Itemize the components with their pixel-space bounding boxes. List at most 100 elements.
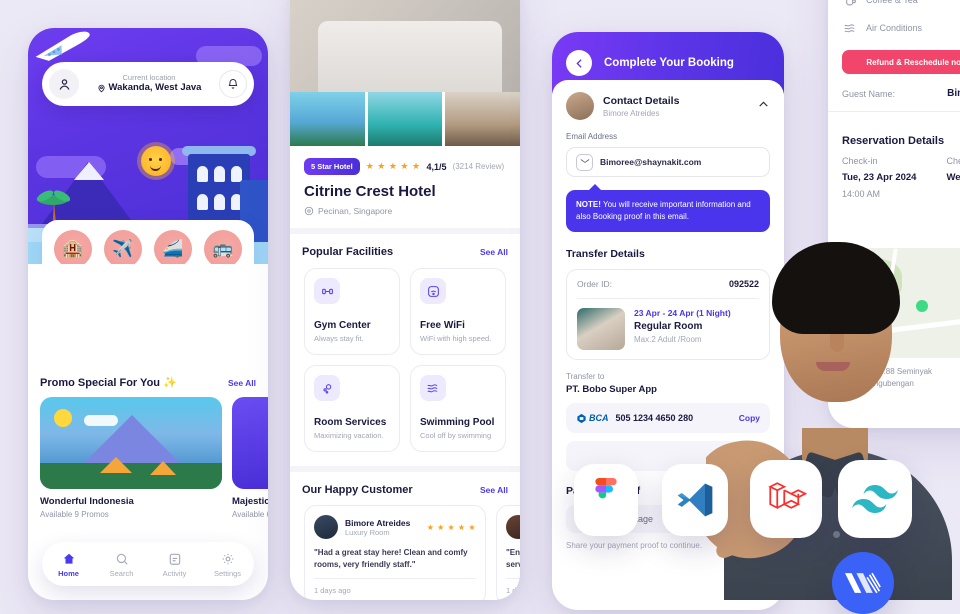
hotel-icon: 🏨 <box>54 230 92 264</box>
note-prefix: NOTE! <box>576 200 601 209</box>
gear-icon <box>201 550 254 567</box>
tailwind-logo-tile[interactable] <box>838 460 912 538</box>
customers-see-all-link[interactable]: See All <box>480 485 508 495</box>
avatar <box>314 515 338 539</box>
facilities-header: Popular Facilities See All <box>290 246 520 258</box>
note-text: You will receive important information a… <box>576 200 751 221</box>
checkin-label: Check-in <box>842 156 878 166</box>
facilities-title: Popular Facilities <box>302 246 394 258</box>
hotel-info: 5 Star Hotel ★ ★ ★ ★ ★ 4,1/5 (3214 Revie… <box>290 146 520 216</box>
hotel-thumb-beach[interactable] <box>367 92 443 146</box>
current-location-bar[interactable]: Current location Wakanda, West Java <box>42 62 254 106</box>
rating-value: 4,1/5 <box>426 161 447 172</box>
reservation-details: Reservation Details Check-in Tue, 23 Apr… <box>828 112 960 199</box>
hotel-thumb-pool[interactable] <box>290 92 365 146</box>
location-pin-icon <box>97 84 105 93</box>
activity-icon <box>148 550 201 567</box>
tab-home[interactable]: Home <box>42 550 95 578</box>
reviewer-row: Bimore Atreides Luxury Room ★ ★ ★ ★ ★ <box>314 515 476 539</box>
promo-see-all-link[interactable]: See All <box>228 378 256 388</box>
contact-details-row[interactable]: Contact Details Bimore Atreides <box>566 92 770 120</box>
tab-search[interactable]: Search <box>95 550 148 578</box>
list-item[interactable]: Bimore Atreides Luxury Room ★ ★ ★ ★ ★ "H… <box>304 505 486 600</box>
amenity-label: Coffee & Tea <box>866 0 918 5</box>
facility-gym-center[interactable]: Gym Center Always stay fit. <box>304 268 400 355</box>
promo-image <box>40 397 222 489</box>
email-field[interactable]: Bimoree@shaynakit.com <box>566 147 770 177</box>
avatar <box>506 515 520 539</box>
location-pin-icon <box>304 206 314 216</box>
section-divider <box>290 466 520 472</box>
home-hero-illustration: Current location Wakanda, West Java 🏨 ✈️… <box>28 28 268 264</box>
guest-name-row: Guest Name: Bimore Atreides <box>842 88 960 111</box>
vscode-logo <box>677 483 713 517</box>
review-timestamp: 1 days ago <box>314 578 476 595</box>
checkin-block: Check-in Tue, 23 Apr 2024 14:00 AM <box>842 156 916 199</box>
category-row-1: 🏨 Hotel ✈️ Flight 🚄 Train 🚌 Bus <box>48 230 248 264</box>
reviewer-row: Aria Lestari Deluxe Room ★ ★ ★ ★ ★ <box>506 515 520 539</box>
vscode-logo-tile[interactable] <box>662 464 728 536</box>
arrow-left-icon[interactable] <box>566 50 592 76</box>
figma-logo <box>595 478 617 499</box>
phone-screen-hotel-detail: 5 Star Hotel ★ ★ ★ ★ ★ 4,1/5 (3214 Revie… <box>290 0 520 600</box>
laravel-logo-tile[interactable] <box>750 460 822 538</box>
alpine-logo <box>845 572 881 594</box>
location-value-row: Wakanda, West Java <box>79 82 219 94</box>
customers-title: Our Happy Customer <box>302 484 413 496</box>
phone-screen-home: Current location Wakanda, West Java 🏨 ✈️… <box>28 28 268 600</box>
hotel-thumb-bathroom[interactable] <box>445 92 520 146</box>
figma-logo-tile[interactable] <box>574 464 638 536</box>
status-badge: 5 Star Hotel <box>304 158 360 175</box>
train-icon: 🚄 <box>154 230 192 264</box>
portrait-hair <box>772 242 900 334</box>
location-text: Current location Wakanda, West Java <box>79 74 219 94</box>
checkout-label: Check-out <box>946 156 960 166</box>
facility-title: Gym Center <box>314 320 371 331</box>
list-item[interactable]: Aria Lestari Deluxe Room ★ ★ ★ ★ ★ "Enjo… <box>496 505 520 600</box>
checkout-date: Wed, 24 Apr 2024 <box>946 172 960 183</box>
chevron-up-icon[interactable] <box>757 98 770 114</box>
facility-room-services[interactable]: Room Services Maximizing vacation. <box>304 365 400 452</box>
facility-free-wifi[interactable]: Free WiFi WiFi with high speed. <box>410 268 506 355</box>
facilities-grid: Gym Center Always stay fit. Free WiFi Wi… <box>290 258 520 452</box>
alpine-logo-tile[interactable] <box>832 552 894 614</box>
user-avatar-icon[interactable] <box>49 69 79 99</box>
category-flight[interactable]: ✈️ Flight <box>98 230 148 264</box>
category-train[interactable]: 🚄 Train <box>148 230 198 264</box>
promo-card[interactable]: Wonderful Indonesia Available 9 Promos <box>40 397 222 519</box>
facility-swimming-pool[interactable]: Swimming Pool Cool off by swimming <box>410 365 506 452</box>
facility-title: Free WiFi <box>420 320 465 331</box>
category-bus[interactable]: 🚌 Bus <box>198 230 248 264</box>
avatar <box>566 92 594 120</box>
guest-name-label: Guest Name: <box>842 88 896 99</box>
reservation-body: Free Wi-Fi Coffee & Tea Air Conditions R… <box>828 0 960 111</box>
checkin-checkout-grid: Check-in Tue, 23 Apr 2024 14:00 AM Check… <box>842 156 960 199</box>
promo-carousel[interactable]: Wonderful Indonesia Available 9 Promos M… <box>28 389 268 519</box>
reviewer-meta: Bimore Atreides Luxury Room <box>345 518 410 537</box>
review-quote: "Enjoyed every moment, great tour and se… <box>506 548 520 569</box>
wifi-icon <box>420 278 446 304</box>
sun-icon <box>141 146 171 176</box>
bca-mark-icon <box>577 413 586 423</box>
search-icon <box>95 550 148 567</box>
page-title: Citrine Crest Hotel <box>304 183 436 200</box>
bell-icon[interactable] <box>219 70 247 98</box>
hotel-photo-thumbnails <box>290 92 520 146</box>
order-id-label: Order ID: <box>577 279 612 289</box>
promo-title: Wonderful Indonesia <box>40 496 134 507</box>
contact-name: Bimore Atreides <box>603 108 660 118</box>
category-hotel[interactable]: 🏨 Hotel <box>48 230 98 264</box>
page-title: Promo Special For You ✨ <box>40 377 177 389</box>
hotel-main-photo[interactable] <box>290 0 520 92</box>
tailwind-logo <box>852 485 898 513</box>
review-quote: "Had a great stay here! Clean and comfy … <box>314 548 468 569</box>
customer-review-carousel[interactable]: Bimore Atreides Luxury Room ★ ★ ★ ★ ★ "H… <box>290 496 520 600</box>
promo-card[interactable]: Majestic Bali Available 6 Promos <box>232 397 268 519</box>
tab-settings[interactable]: Settings <box>201 550 254 578</box>
reservation-details-title: Reservation Details <box>842 135 945 147</box>
guest-name-value: Bimore Atreides <box>947 88 960 99</box>
portrait-shirt-button <box>833 531 840 538</box>
review-timestamp: 1 days ago <box>506 578 520 595</box>
tab-activity[interactable]: Activity <box>148 550 201 578</box>
facilities-see-all-link[interactable]: See All <box>480 247 508 257</box>
